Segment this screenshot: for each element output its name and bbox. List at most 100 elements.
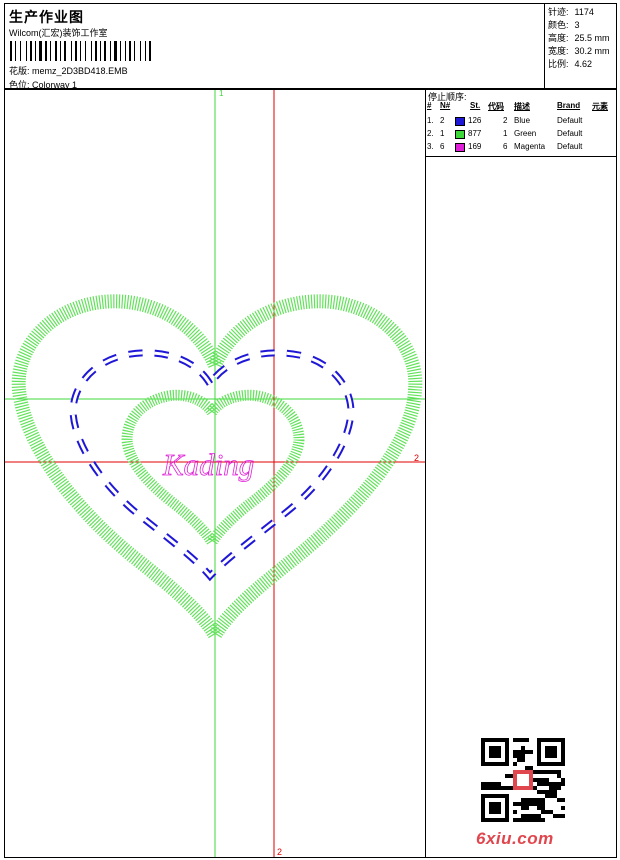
qr-module [485,782,489,786]
row-desc: Green [514,129,537,138]
stat-colors: 颜色: 3 [548,19,610,32]
qr-module [553,786,557,790]
qr-module [537,790,541,794]
qr-module [553,782,557,786]
qr-module [529,802,533,806]
qr-module [537,818,541,822]
col-header-n: N# [440,101,451,110]
color-swatch [455,117,465,126]
qr-module [537,770,541,774]
qr-module [521,750,525,754]
barcode-bar [95,41,97,61]
qr-module [553,794,557,798]
table-row[interactable]: 3. 6 169 6 Magenta Default [426,142,616,155]
qr-module [521,798,525,802]
qr-module [509,786,513,790]
header-panel: 生产作业图 Wilcom(汇宏)装饰工作室 花版: memz_2D3BD418.… [4,3,545,90]
barcode-bar [100,41,101,61]
qr-module [497,782,501,786]
qr-module [549,770,553,774]
barcode [10,41,210,61]
qr-module [517,750,521,754]
design-file: 花版: memz_2D3BD418.EMB [9,64,128,77]
qr-module [529,750,533,754]
barcode-bar [140,41,141,61]
row-num: 2. [427,129,434,138]
qr-module [545,790,549,794]
qr-module [537,782,541,786]
stat-label: 宽度: [548,46,569,56]
qr-module [489,802,501,814]
file-label: 花版: [9,66,30,76]
col-header-elements: 元素 [592,102,608,111]
qr-module [529,814,533,818]
stat-label: 针迹: [548,7,569,17]
qr-module [545,770,549,774]
qr-module [561,814,565,818]
file-name: memz_2D3BD418.EMB [32,66,128,76]
qr-module [545,794,549,798]
row-num: 1. [427,116,434,125]
stat-label: 高度: [548,33,569,43]
color-swatch [455,130,465,139]
barcode-bar [10,41,12,61]
divider [426,156,616,157]
qr-module [549,786,553,790]
qr-module [533,818,537,822]
stat-value: 25.5 mm [574,33,610,43]
stat-height: 高度: 25.5 mm [548,32,610,45]
qr-module [537,798,541,802]
embroidery-preview: 1 2 2 Kading [5,90,425,857]
qr-module [525,818,529,822]
qr-module [541,802,545,806]
barcode-bar [50,41,51,61]
qr-module [521,746,525,750]
qr-module [505,786,509,790]
qr-module [541,778,545,782]
qr-module [513,818,517,822]
qr-module [549,790,553,794]
barcode-bar [145,41,146,61]
stats-list: 针迹: 1174 颜色: 3 高度: 25.5 mm 宽度: 30.2 mm 比… [548,6,610,71]
qr-module [525,750,529,754]
stats-panel: 针迹: 1174 颜色: 3 高度: 25.5 mm 宽度: 30.2 mm 比… [545,3,617,89]
barcode-bar [85,41,86,61]
barcode-bar [91,41,92,61]
qr-module [533,786,537,790]
table-row[interactable]: 2. 1 877 1 Green Default [426,129,616,142]
axis-label-green: 1 [219,90,224,98]
qr-module [505,774,509,778]
qr-module [525,738,529,742]
qr-module [557,782,561,786]
qr-module [517,802,521,806]
qr-module [513,810,517,814]
qr-module [529,818,533,822]
qr-module [489,786,493,790]
design-canvas[interactable]: 1 2 2 Kading [4,89,426,858]
qr-module [517,758,521,762]
qr-module [521,806,525,810]
barcode-bar [64,41,66,61]
row-brand: Default [557,116,583,125]
qr-module [493,782,497,786]
qr-module [553,814,557,818]
table-row[interactable]: 1. 2 126 2 Blue Default [426,116,616,129]
barcode-bar [129,41,131,61]
qr-module [541,790,545,794]
row-stitches: 169 [468,142,482,151]
row-code: 1 [503,129,508,138]
qr-module [517,774,529,786]
qr-module [533,798,537,802]
stat-value: 1174 [574,7,594,17]
qr-module [525,766,529,770]
qr-module [537,814,541,818]
barcode-bar [35,41,36,61]
row-desc: Blue [514,116,531,125]
qr-module [541,782,545,786]
barcode-bar [80,41,81,61]
qr-module [533,802,537,806]
qr-module [529,798,533,802]
barcode-bar [30,41,32,61]
color-swatch [455,143,465,152]
qr-module [509,774,513,778]
